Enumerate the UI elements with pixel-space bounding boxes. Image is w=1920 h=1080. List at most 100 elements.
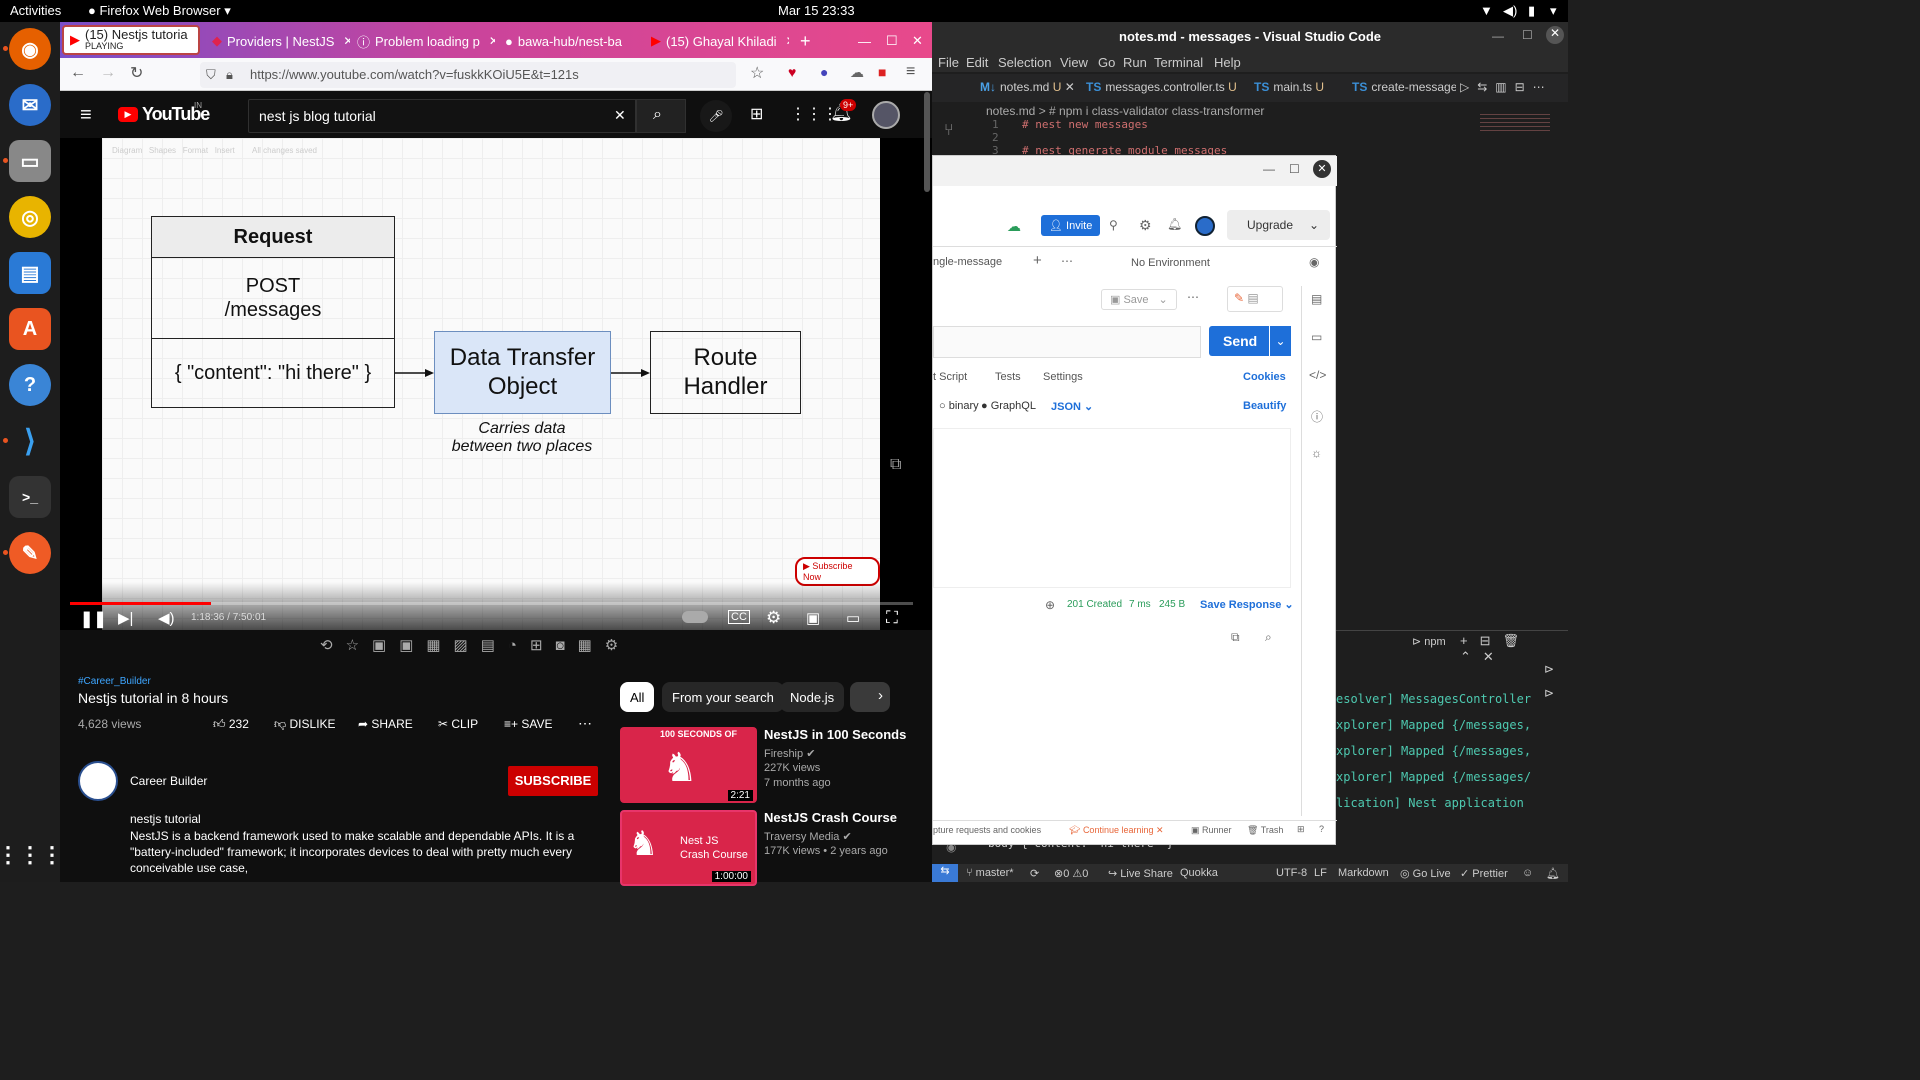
edit-comment-toggle[interactable]: ✎ ▤ bbox=[1227, 286, 1283, 312]
tab-options-icon[interactable]: ⋯ bbox=[1061, 254, 1073, 268]
beautify-link[interactable]: Beautify bbox=[1243, 400, 1286, 412]
send-options-chevron-icon[interactable]: ⌄ bbox=[1269, 326, 1291, 356]
tab-main[interactable]: TS main.ts U bbox=[1254, 80, 1324, 94]
back-icon[interactable]: ← bbox=[70, 64, 86, 82]
menu-view[interactable]: View bbox=[1060, 55, 1088, 70]
mic-icon[interactable]: 🎤︎ bbox=[700, 100, 732, 132]
close-window-icon[interactable]: ✕ bbox=[1546, 26, 1564, 44]
tab-notes[interactable]: M↓ notes.md U ✕ bbox=[980, 80, 1075, 94]
menu-help[interactable]: Help bbox=[1214, 55, 1241, 70]
cookies-link[interactable]: Cookies bbox=[1243, 371, 1286, 383]
terminal-tab-icon[interactable]: ⊳ bbox=[1544, 686, 1554, 700]
video-frame[interactable]: Diagram Shapes Format Insert All changes… bbox=[102, 138, 880, 630]
help-icon[interactable]: ? bbox=[1319, 824, 1324, 834]
request-tab[interactable]: ngle-message bbox=[933, 256, 1002, 268]
theater-mode-icon[interactable]: ▭ bbox=[846, 609, 860, 627]
menu-terminal[interactable]: Terminal bbox=[1154, 55, 1203, 70]
tab-github[interactable]: ● bawa-hub/nest-ba bbox=[505, 26, 643, 56]
url-text[interactable]: https://www.youtube.com/watch?v=fuskkKOi… bbox=[250, 67, 579, 82]
chip-all[interactable]: All bbox=[620, 682, 655, 712]
sync-status-icon[interactable]: ☁ bbox=[1007, 218, 1021, 235]
search-button[interactable]: ⌕ bbox=[636, 99, 686, 133]
tab-pre-request-script[interactable]: t Script bbox=[933, 371, 967, 383]
clip-button[interactable]: ✂ CLIP bbox=[438, 717, 478, 731]
close-tab-icon[interactable]: ✕ bbox=[786, 34, 789, 48]
dislike-button[interactable]: 👎︎ DISLIKE bbox=[274, 717, 336, 732]
reload-icon[interactable]: ↻ bbox=[130, 63, 143, 83]
like-button[interactable]: 👍︎ 232 bbox=[213, 717, 249, 732]
next-icon[interactable]: ▶| bbox=[118, 609, 133, 627]
show-apps-icon[interactable]: ⋮⋮⋮ bbox=[0, 834, 63, 876]
system-menu-icon[interactable]: ▾ bbox=[1550, 3, 1557, 19]
channel-avatar[interactable] bbox=[78, 761, 118, 801]
youtube-logo-icon[interactable]: ▶ bbox=[118, 107, 138, 122]
tab-ghayal[interactable]: ▶ (15) Ghayal Khiladi ✕ bbox=[651, 26, 789, 56]
tab-problem-loading[interactable]: ⓘ Problem loading p ✕ bbox=[357, 26, 495, 56]
fullscreen-icon[interactable]: ⛶ bbox=[886, 608, 898, 628]
video-thumbnail[interactable]: 100 SECONDS OF ♞ 2:21 bbox=[620, 727, 757, 803]
settings-gear-icon[interactable]: ⚙ bbox=[1139, 217, 1152, 234]
tab-messages-controller[interactable]: TS messages.controller.ts U bbox=[1086, 80, 1237, 94]
save-response-button[interactable]: Save Response ⌄ bbox=[1200, 598, 1294, 611]
eol-button[interactable]: LF bbox=[1314, 867, 1327, 879]
environment-select[interactable]: No Environment ⌄ bbox=[1131, 256, 1319, 269]
info-icon[interactable]: ⓘ bbox=[1311, 408, 1323, 425]
extension-icon[interactable]: ● bbox=[820, 64, 828, 80]
capture-label[interactable]: pture requests and cookies bbox=[933, 825, 1041, 835]
avatar[interactable] bbox=[1195, 216, 1215, 236]
search-value[interactable]: nest js blog tutorial bbox=[259, 108, 376, 124]
forward-icon[interactable]: → bbox=[100, 64, 116, 82]
close-window-icon[interactable]: ✕ bbox=[1313, 160, 1331, 178]
video-player[interactable]: Diagram Shapes Format Insert All changes… bbox=[60, 138, 932, 630]
tab-youtube-nestjs[interactable]: ▶ (15) Nestjs tutoriaPLAYING ✕ bbox=[62, 25, 200, 55]
globe-icon[interactable]: ⊕ bbox=[1045, 598, 1055, 612]
response-time[interactable]: 7 ms bbox=[1129, 599, 1151, 610]
feedback-icon[interactable]: ☺ bbox=[1522, 867, 1533, 879]
chip-from-search[interactable]: From your search bbox=[662, 682, 784, 712]
satellite-icon[interactable]: ⚲ bbox=[1109, 218, 1118, 232]
settings-gear-icon[interactable]: ⚙ bbox=[766, 608, 781, 628]
quokka-button[interactable]: Quokka bbox=[1180, 867, 1218, 879]
tab-providers[interactable]: ◆ Providers | NestJS ✕ bbox=[212, 26, 350, 56]
volume-icon[interactable]: ◀) bbox=[1503, 3, 1517, 19]
copy-icon[interactable]: ⧉ bbox=[1231, 630, 1240, 645]
chip-partial[interactable] bbox=[850, 682, 890, 712]
close-tab-icon[interactable]: ✕ bbox=[343, 34, 350, 48]
close-tab-icon[interactable]: ✕ bbox=[197, 33, 198, 47]
activities-button[interactable]: Activities bbox=[10, 3, 61, 18]
autoplay-toggle[interactable] bbox=[682, 611, 708, 623]
runner-button[interactable]: ▣ Runner bbox=[1191, 825, 1232, 836]
menu-run[interactable]: Run bbox=[1123, 55, 1147, 70]
hamburger-menu-icon[interactable]: ≡ bbox=[906, 63, 915, 81]
code-editor[interactable]: 1 # nest new messages 2 3 # nest generate … bbox=[992, 118, 1227, 157]
more-icon[interactable]: ⋯ bbox=[578, 715, 592, 732]
invite-button[interactable]: 👤︎ Invite bbox=[1041, 215, 1101, 236]
close-window-icon[interactable]: ✕ bbox=[912, 26, 923, 56]
share-button[interactable]: ➦ SHARE bbox=[358, 717, 413, 731]
sync-icon[interactable]: ⟳ bbox=[1030, 867, 1039, 880]
rhythmbox-icon[interactable]: ◎ bbox=[9, 196, 51, 238]
body-type-binary[interactable]: ○ binary bbox=[939, 400, 979, 412]
chip-nodejs[interactable]: Node.js bbox=[780, 682, 845, 712]
lock-icon[interactable]: 🔒︎ bbox=[226, 67, 233, 83]
files-icon[interactable]: ▭ bbox=[9, 140, 51, 182]
comments-icon[interactable]: ▭ bbox=[1311, 330, 1322, 344]
miniplayer-icon[interactable]: ⧉ bbox=[890, 456, 901, 474]
notifications-bell-icon[interactable]: 🔔︎ bbox=[1167, 217, 1182, 231]
pause-icon[interactable]: ❚❚ bbox=[80, 609, 107, 629]
close-icon[interactable]: ✕ bbox=[1156, 825, 1164, 835]
prettier-button[interactable]: ✓ Prettier bbox=[1460, 867, 1508, 880]
maximize-icon[interactable]: ☐ bbox=[1522, 28, 1533, 42]
menu-icon[interactable]: ≡ bbox=[80, 104, 92, 127]
status-code[interactable]: 201 Created bbox=[1067, 599, 1122, 610]
minimize-icon[interactable]: — bbox=[858, 26, 871, 56]
url-bar[interactable]: ⛉ 🔒︎ https://www.youtube.com/watch?v=fus… bbox=[200, 62, 736, 88]
vscode-icon[interactable]: ⟩ bbox=[9, 420, 51, 462]
battery-icon[interactable]: ▮ bbox=[1528, 3, 1535, 19]
breadcrumb[interactable]: notes.md > # npm i class-validator class… bbox=[986, 104, 1264, 118]
recommended-title[interactable]: NestJS Crash Course bbox=[764, 810, 897, 825]
more-icon[interactable]: ⋯ bbox=[1187, 290, 1199, 304]
minimize-icon[interactable]: — bbox=[1263, 162, 1275, 176]
miniplayer-icon[interactable]: ▣ bbox=[806, 609, 820, 627]
captions-icon[interactable]: CC bbox=[728, 610, 750, 624]
